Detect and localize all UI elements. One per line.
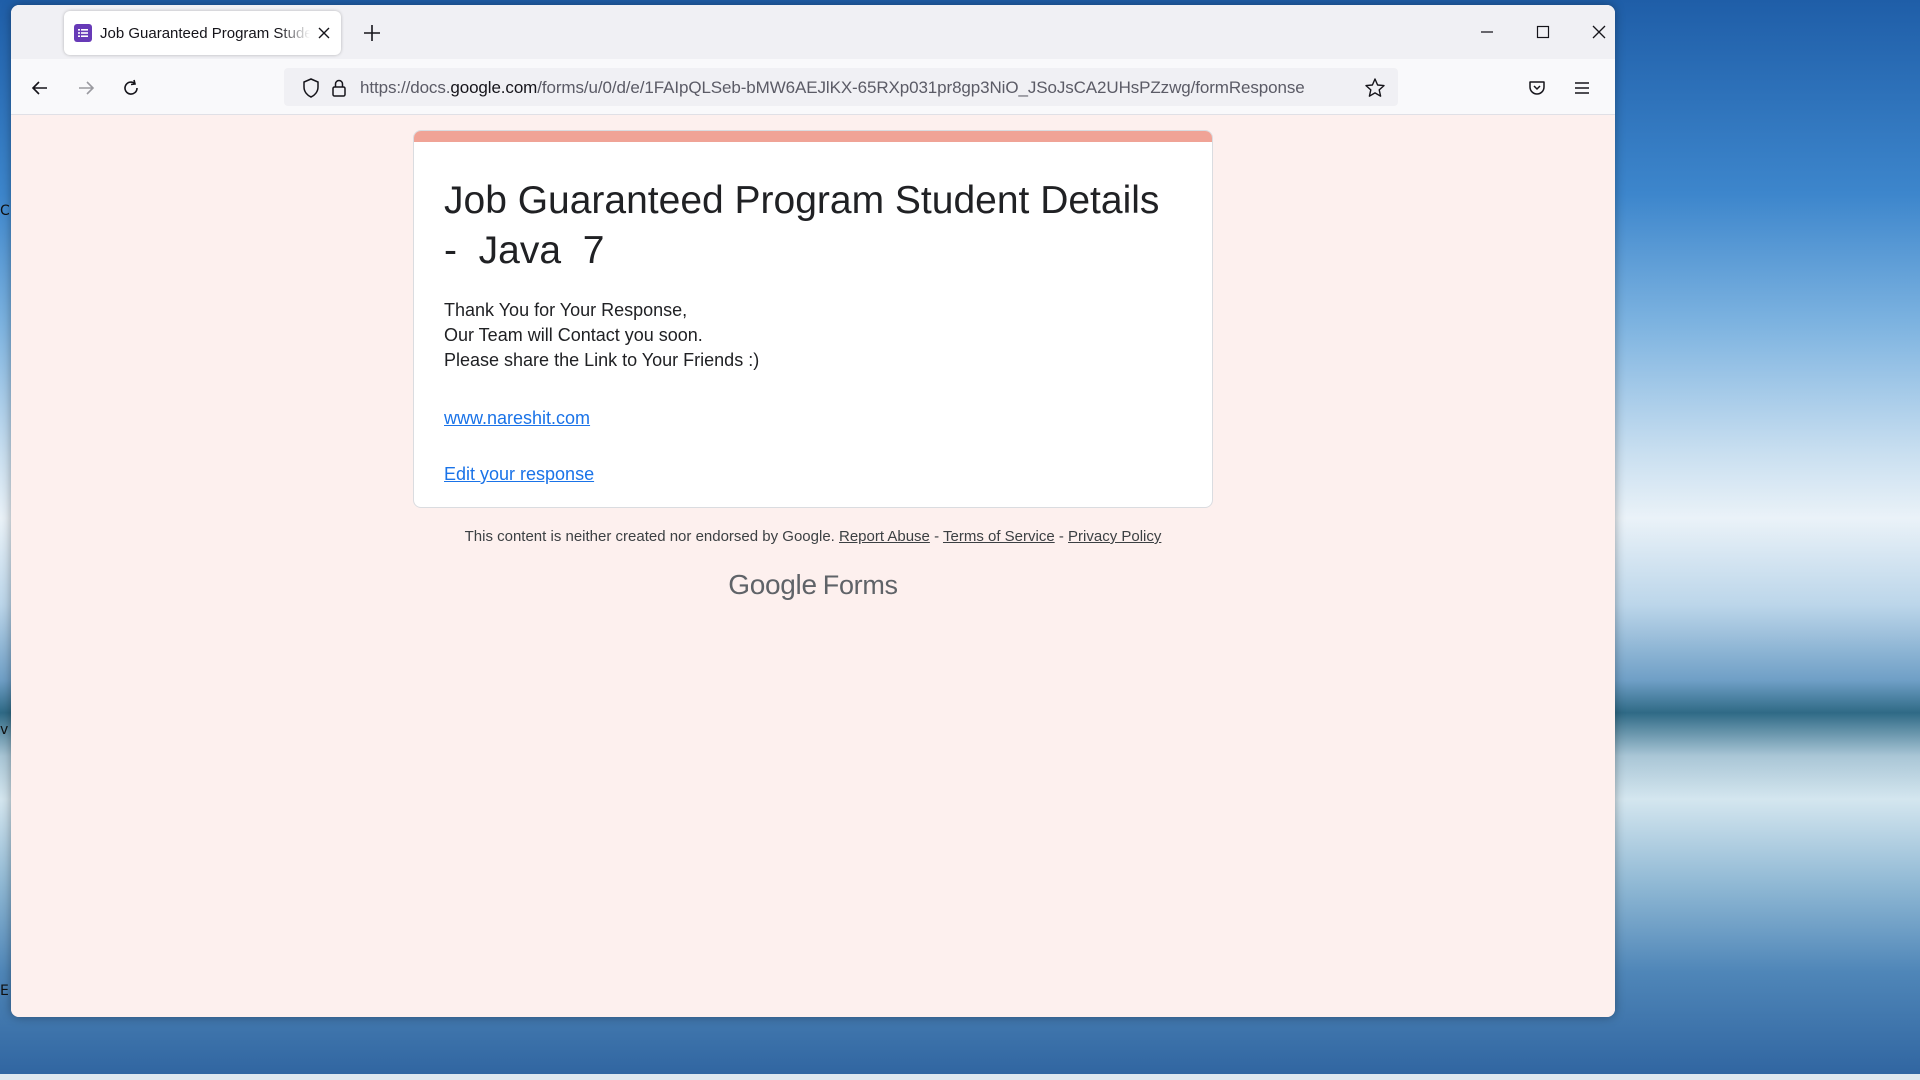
- terms-of-service-link[interactable]: Terms of Service: [943, 528, 1055, 545]
- form-accent-bar: [414, 131, 1212, 142]
- address-bar[interactable]: https://docs.google.com/forms/u/0/d/e/1F…: [284, 68, 1398, 106]
- navigation-toolbar: https://docs.google.com/forms/u/0/d/e/1F…: [11, 59, 1615, 115]
- minimize-icon[interactable]: [1459, 5, 1515, 59]
- form-response-card: Job Guaranteed Program Student Details -…: [413, 130, 1213, 508]
- taskbar-edge: [0, 1074, 1920, 1080]
- pocket-icon[interactable]: [1522, 73, 1552, 103]
- edit-response-link[interactable]: Edit your response: [444, 464, 594, 485]
- hamburger-menu-icon[interactable]: [1567, 73, 1597, 103]
- footer-disclaimer: This content is neither created nor endo…: [11, 528, 1615, 545]
- separator: -: [934, 528, 940, 545]
- arrow-right-icon[interactable]: [71, 73, 101, 103]
- confirmation-line: Thank You for Your Response,: [444, 300, 688, 320]
- separator: -: [1058, 528, 1064, 545]
- browser-tab-active[interactable]: Job Guaranteed Program Student Details: [64, 11, 341, 55]
- disclaimer-text: This content is neither created nor endo…: [464, 528, 835, 545]
- shield-icon[interactable]: [300, 77, 322, 99]
- tab-bar: Job Guaranteed Program Student Details: [11, 5, 1615, 59]
- confirmation-message: Thank You for Your Response, Our Team wi…: [444, 298, 759, 373]
- brand-google: Google: [728, 569, 817, 600]
- google-forms-icon: [74, 24, 92, 42]
- page-content: Job Guaranteed Program Student Details -…: [11, 115, 1615, 1017]
- reload-icon[interactable]: [116, 73, 146, 103]
- browser-window: Job Guaranteed Program Student Details: [11, 5, 1615, 1017]
- form-title: Job Guaranteed Program Student Details -…: [444, 179, 1182, 272]
- report-abuse-link[interactable]: Report Abuse: [839, 528, 930, 545]
- arrow-left-icon[interactable]: [25, 73, 55, 103]
- brand-forms: Forms: [822, 570, 898, 600]
- star-icon[interactable]: [1364, 77, 1386, 99]
- close-icon[interactable]: [316, 23, 331, 43]
- privacy-policy-link[interactable]: Privacy Policy: [1068, 528, 1161, 545]
- website-link[interactable]: www.nareshit.com: [444, 408, 590, 429]
- desktop-icon-fragment: v: [0, 722, 9, 738]
- desktop-icon-fragment: C: [0, 203, 10, 219]
- desktop-icon-fragment: E: [0, 983, 9, 999]
- maximize-icon[interactable]: [1515, 5, 1571, 59]
- lock-icon[interactable]: [328, 77, 350, 99]
- confirmation-line: Please share the Link to Your Friends :): [444, 350, 760, 370]
- url-text: https://docs.google.com/forms/u/0/d/e/1F…: [360, 78, 1305, 97]
- confirmation-line: Our Team will Contact you soon.: [444, 325, 703, 345]
- close-icon[interactable]: [1571, 5, 1615, 59]
- plus-icon[interactable]: [360, 21, 384, 45]
- tab-title: Job Guaranteed Program Student Details: [100, 24, 310, 42]
- google-forms-logo[interactable]: Google Forms: [11, 569, 1615, 601]
